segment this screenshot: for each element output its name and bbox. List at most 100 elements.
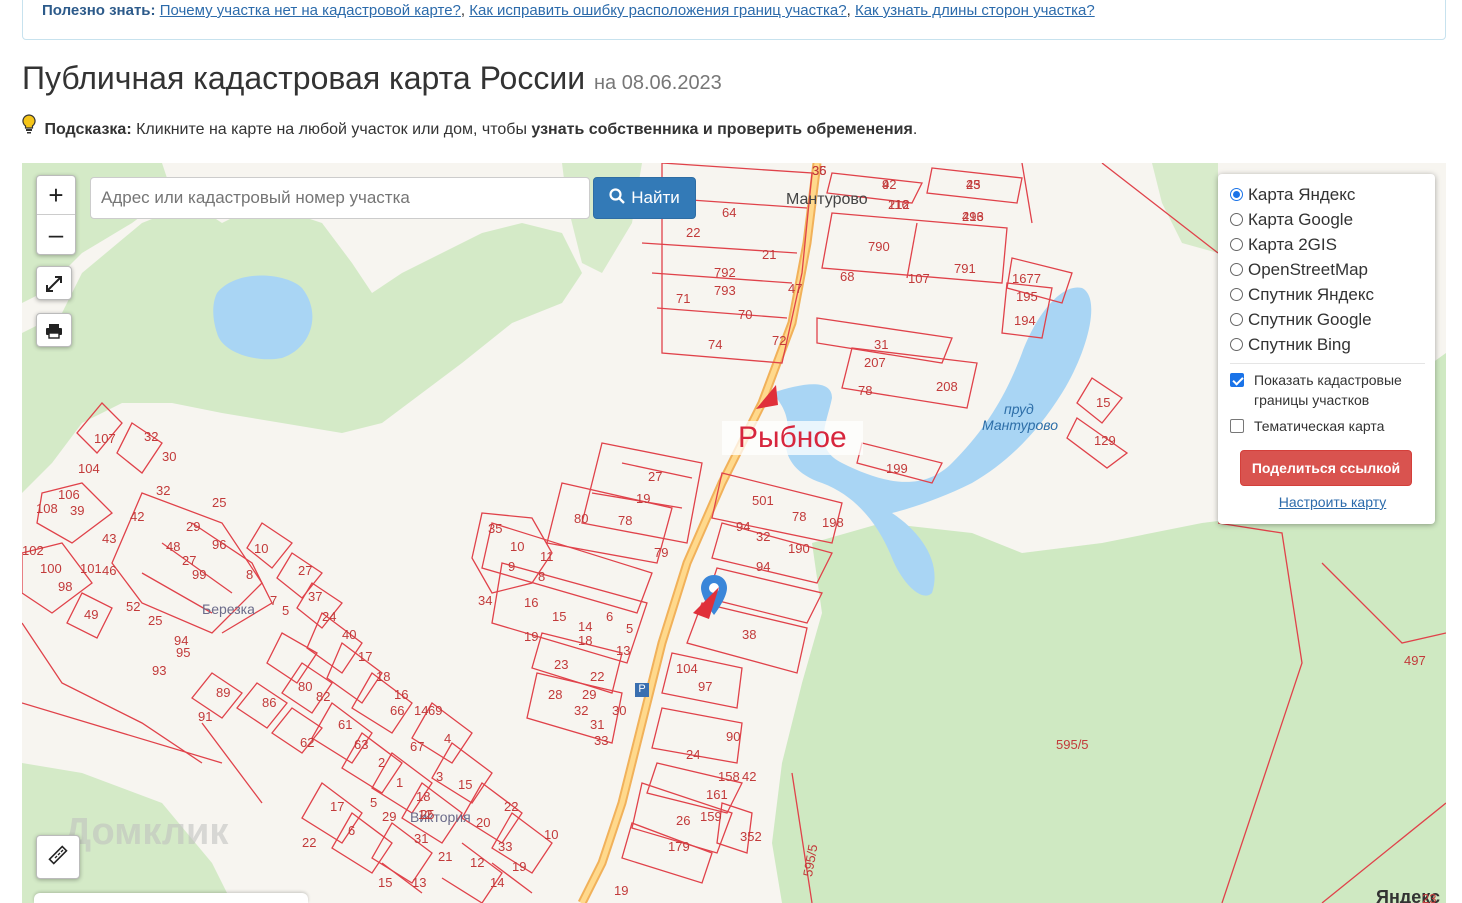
parcel-number: 107	[908, 271, 930, 286]
parcel-number: 11	[540, 549, 554, 564]
parcel-number: 30	[612, 703, 627, 718]
layer-option-label: Спутник Bing	[1248, 334, 1351, 354]
parcel-number: 35	[488, 521, 503, 536]
layer-radio[interactable]	[1230, 288, 1243, 301]
parcel-number: 207	[864, 355, 886, 370]
parcel-number: 104	[78, 461, 100, 476]
parcel-number: 5	[626, 621, 634, 636]
layer-list: Карта Яндекс Карта Google Карта 2GIS OpenSt…	[1230, 182, 1435, 357]
layer-radio[interactable]	[1230, 238, 1243, 251]
parcel-number: 10	[544, 827, 559, 842]
parcel-number: 32	[144, 429, 159, 444]
page-title-main: Публичная кадастровая карта России	[22, 60, 586, 96]
search-input[interactable]	[90, 177, 590, 219]
parcel-number: 26	[676, 813, 691, 828]
zoom-out-button[interactable]: –	[37, 214, 75, 253]
parcel-number: 17	[358, 649, 373, 664]
parcel-number: 194	[1014, 313, 1036, 328]
parcel-number: 66	[390, 703, 405, 718]
cadastral-map[interactable]: Мантурово Рыбное пруд Мантурово Виктория…	[22, 163, 1446, 903]
parcel-number: 107	[94, 431, 116, 446]
configure-map-link[interactable]: Настроить карту	[1230, 494, 1435, 510]
parcel-number: 22	[590, 669, 605, 684]
layer-option-label: Карта 2GIS	[1248, 234, 1337, 254]
parcel-number: 47	[788, 281, 803, 296]
layer-radio[interactable]	[1230, 188, 1243, 201]
parcel-number: 13	[616, 643, 631, 658]
layer-radio[interactable]	[1230, 313, 1243, 326]
useful-links: Полезно знать: Почему участка нет на кад…	[42, 2, 1095, 19]
parcel-number: 31	[874, 337, 889, 352]
parcel-number: 25	[212, 495, 227, 510]
show-cadastral-checkbox[interactable]	[1230, 373, 1244, 387]
parcel-number: 190	[788, 541, 810, 556]
parcel-number: 29	[382, 809, 397, 824]
parcel-number: 791	[954, 261, 976, 276]
parcel-number: 19	[524, 629, 539, 644]
parcel-number: 31	[590, 717, 605, 732]
parcel-number: 43	[102, 531, 117, 546]
parcel-number: 116	[888, 197, 909, 212]
parcel-number: 21	[438, 849, 453, 864]
parcel-number: 29	[582, 687, 597, 702]
search-button[interactable]: Найти	[593, 177, 696, 219]
layer-option[interactable]: Спутник Google	[1230, 307, 1435, 332]
parcel-number: 52	[126, 599, 141, 614]
layer-option-label: Спутник Google	[1248, 309, 1372, 329]
print-button[interactable]	[36, 313, 72, 347]
parcel-number: 22	[686, 225, 701, 240]
layer-option[interactable]: Спутник Яндекс	[1230, 282, 1435, 307]
parcel-number: 15	[1096, 395, 1111, 410]
thematic-checkbox[interactable]	[1230, 419, 1244, 433]
parcel-number: 96	[212, 537, 227, 552]
parcel-number: 94	[756, 559, 771, 574]
parcel-number: 1	[396, 775, 404, 790]
layer-switcher: Карта Яндекс Карта Google Карта 2GIS OpenSt…	[1218, 174, 1435, 524]
parcel-number: 45	[966, 177, 981, 192]
zoom-in-button[interactable]: +	[37, 176, 75, 214]
layer-option-label: Карта Google	[1248, 209, 1354, 229]
parcel-number: 3	[436, 769, 444, 784]
road-marker: Р	[635, 683, 649, 697]
thematic-label: Тематическая карта	[1254, 418, 1385, 434]
parcel-number: 15	[552, 609, 567, 624]
layer-separator	[1230, 363, 1425, 364]
parcel-number: 67	[410, 739, 425, 754]
parcel-number: 40	[342, 627, 357, 642]
show-cadastral-toggle[interactable]: Показать кадастровые границы участков	[1230, 370, 1435, 410]
parcel-number: 71	[676, 291, 691, 306]
layer-radio[interactable]	[1230, 338, 1243, 351]
ruler-button[interactable]	[36, 835, 80, 879]
layer-option[interactable]: Спутник Bing	[1230, 332, 1435, 357]
parcel-number: 80	[298, 679, 313, 694]
parcel-number: 33	[498, 839, 513, 854]
layer-option[interactable]: Карта Яндекс	[1230, 182, 1435, 207]
layer-option[interactable]: OpenStreetMap	[1230, 257, 1435, 282]
parcel-number: 101	[80, 561, 102, 576]
layer-option-label: OpenStreetMap	[1248, 259, 1369, 279]
map-bottom-panel	[34, 893, 308, 903]
share-link-button[interactable]: Поделиться ссылкой	[1240, 450, 1412, 486]
parcel-number: 78	[618, 513, 633, 528]
parcel-number: 23	[1422, 891, 1437, 903]
layer-radio[interactable]	[1230, 263, 1243, 276]
village-label-manturovo: Мантурово	[786, 191, 868, 208]
parcel-number: 179	[668, 839, 690, 854]
layer-radio[interactable]	[1230, 213, 1243, 226]
layer-option[interactable]: Карта Google	[1230, 207, 1435, 232]
parcel-number: 39	[70, 503, 85, 518]
thematic-toggle[interactable]: Тематическая карта	[1230, 416, 1435, 436]
parcel-number: 352	[740, 829, 762, 844]
layer-option[interactable]: Карта 2GIS	[1230, 232, 1435, 257]
parcel-number: 198	[822, 515, 844, 530]
parcel-number: 100	[40, 561, 62, 576]
link-no-parcel[interactable]: Почему участка нет на кадастровой карте?	[160, 2, 461, 19]
parcel-number: 8	[538, 569, 546, 584]
link-side-lengths[interactable]: Как узнать длины сторон участка?	[855, 2, 1095, 19]
parcel-number: 6	[606, 609, 614, 624]
parcel-number: 30	[162, 449, 177, 464]
link-fix-borders[interactable]: Как исправить ошибку расположения границ…	[469, 2, 846, 19]
parcel-number: 32	[156, 483, 171, 498]
parcel-number: 22	[504, 799, 519, 814]
fullscreen-button[interactable]	[36, 266, 72, 300]
